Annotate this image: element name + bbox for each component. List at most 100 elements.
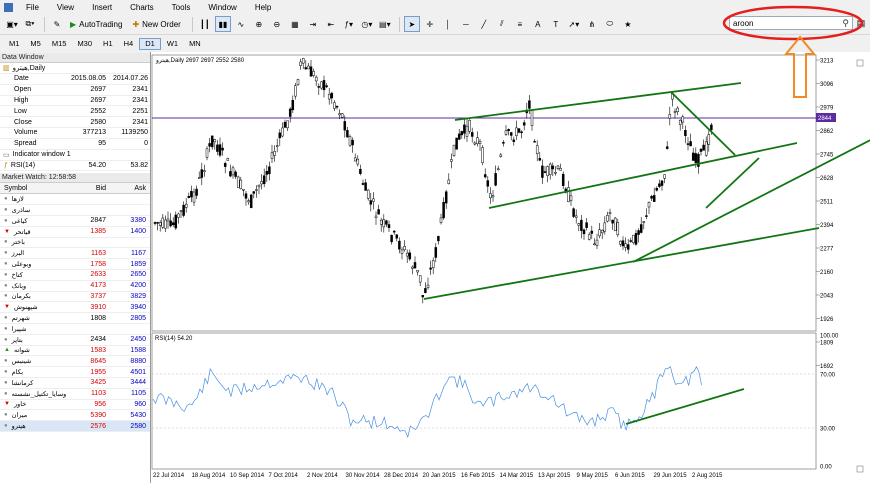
market-watch-row[interactable]: ● شهرتم 1808 2805 — [0, 313, 150, 324]
mw-ask: 4501 — [130, 368, 146, 376]
candle-body — [452, 144, 456, 156]
mw-symbol: ● میران — [0, 411, 66, 419]
toolbar-divider — [398, 16, 400, 32]
menu-file[interactable]: File — [17, 3, 48, 12]
mw-header-symbol[interactable]: Symbol — [0, 185, 66, 192]
label-icon[interactable]: T — [548, 16, 564, 32]
new-chart-icon[interactable]: ▣▾ — [4, 16, 20, 32]
market-watch-row[interactable]: ● بتاپر 2434 2450 — [0, 335, 150, 346]
market-watch-row[interactable]: ● بکرمان 3737 3829 — [0, 292, 150, 303]
tf-h1[interactable]: H1 — [98, 38, 118, 50]
market-watch-row[interactable]: ▲ شوانه 1583 1588 — [0, 346, 150, 357]
mw-symbol: ● کتاخ — [0, 271, 66, 279]
autotrading-button[interactable]: ▶ AutoTrading — [67, 16, 125, 32]
autoscroll-icon[interactable]: ⇥ — [305, 16, 321, 32]
bullet-icon: ● — [4, 250, 8, 257]
channel-icon[interactable]: ⫽ — [494, 16, 510, 32]
new-order-button[interactable]: ✚ New Order — [129, 16, 183, 32]
menu-window[interactable]: Window — [199, 3, 245, 12]
arrows-icon[interactable]: ➚▾ — [566, 16, 582, 32]
market-watch-row[interactable]: ● لازها — [0, 194, 150, 206]
bar-chart-icon[interactable]: ┃┃ — [197, 16, 213, 32]
market-watch-row[interactable]: ● کتاخ 2633 2650 — [0, 270, 150, 281]
candle-body — [424, 288, 427, 293]
candle-body — [372, 198, 375, 202]
templates-icon[interactable]: ▤▾ — [377, 16, 393, 32]
tf-m5[interactable]: M5 — [25, 38, 45, 50]
vertical-line-icon[interactable]: │ — [440, 16, 456, 32]
bullet-icon: ● — [4, 379, 8, 386]
market-watch-row[interactable]: ▼ خاور 956 960 — [0, 400, 150, 411]
candle-body — [691, 152, 695, 161]
menu-help[interactable]: Help — [246, 3, 280, 12]
market-watch-row[interactable]: ● کرمانشا 3425 3444 — [0, 378, 150, 389]
line-chart-icon[interactable]: ∿ — [233, 16, 249, 32]
candle-body — [574, 215, 578, 218]
mw-symbol: ● لازها — [0, 195, 66, 203]
market-watch-header: Symbol Bid Ask — [0, 183, 150, 195]
tf-m1[interactable]: M1 — [4, 38, 24, 50]
fibonacci-icon[interactable]: ≡ — [512, 16, 528, 32]
chart-shift-icon[interactable]: ⇤ — [323, 16, 339, 32]
tf-h4[interactable]: H4 — [119, 38, 139, 50]
indicators-icon[interactable]: ƒ▾ — [341, 16, 357, 32]
expert-icon[interactable]: ✎ — [49, 16, 65, 32]
trendline-icon[interactable]: ╱ — [476, 16, 492, 32]
text-icon[interactable]: A — [530, 16, 546, 32]
price-chart[interactable]: هیترو,Daily 2697 2697 2552 2580 RSI(14) 5… — [151, 52, 870, 483]
candle-body — [164, 219, 167, 229]
menu-charts[interactable]: Charts — [121, 3, 163, 12]
data-row-volume: Volume 377213 1139250 — [0, 128, 150, 139]
market-watch-row[interactable]: ● بکام 1955 4501 — [0, 367, 150, 378]
market-watch-row[interactable]: ● باختر — [0, 238, 150, 249]
search-options-icon[interactable]: ▤ — [855, 16, 867, 30]
horizontal-line-icon[interactable]: ─ — [458, 16, 474, 32]
tf-mn[interactable]: MN — [184, 38, 206, 50]
market-watch-row[interactable]: ● وسایا_تکتیل_نشسته 1103 1105 — [0, 389, 150, 400]
mw-symbol-name: وبانک — [11, 282, 27, 290]
cursor-icon[interactable]: ➤ — [403, 16, 420, 32]
market-watch-row[interactable]: ● میران 5390 5430 — [0, 410, 150, 422]
pitchfork-icon[interactable]: ⋔ — [584, 16, 600, 32]
search-input[interactable]: aroon ⚲ — [729, 16, 853, 30]
crosshair-icon[interactable]: ✛ — [422, 16, 438, 32]
profiles-icon[interactable]: ⧉▾ — [22, 16, 38, 32]
market-watch-row[interactable]: ● شپیرا — [0, 324, 150, 335]
current-price-label: 2844 — [818, 116, 832, 122]
star-icon[interactable]: ★ — [620, 16, 636, 32]
market-watch-row[interactable]: ● البرز 1163 1167 — [0, 248, 150, 260]
tf-w1[interactable]: W1 — [162, 38, 183, 50]
price-label: 2043 — [820, 294, 834, 300]
tile-windows-icon[interactable]: ▦ — [287, 16, 303, 32]
zoom-out-icon[interactable]: ⊖ — [269, 16, 285, 32]
market-watch-row[interactable]: ● وبانک 4173 4200 — [0, 281, 150, 292]
mw-header-ask[interactable]: Ask — [106, 185, 146, 192]
mw-bid: 3425 — [90, 379, 106, 387]
search-icon[interactable]: ⚲ — [842, 18, 849, 29]
market-watch-row[interactable]: ● هیترو 2576 2580 — [0, 421, 150, 432]
market-watch-row[interactable]: ▼ شپهنوش 3910 3940 — [0, 302, 150, 314]
mw-header-bid[interactable]: Bid — [66, 185, 106, 192]
tf-d1[interactable]: D1 — [139, 37, 161, 50]
zoom-in-icon[interactable]: ⊕ — [251, 16, 267, 32]
market-watch-row[interactable]: ● ساذری — [0, 205, 150, 216]
candle-chart-icon[interactable]: ▮▮ — [214, 16, 231, 32]
candle-body — [530, 109, 534, 126]
mw-symbol-name: شهرتم — [11, 315, 30, 323]
market-watch-row[interactable]: ● کیاغی 2847 3380 — [0, 216, 150, 227]
candle-body — [221, 147, 224, 151]
menu-view[interactable]: View — [48, 3, 83, 12]
tf-m15[interactable]: M15 — [47, 38, 72, 50]
data-row-value: 0 — [144, 140, 148, 148]
chart-window[interactable]: هیترو,Daily 2697 2697 2552 2580 RSI(14) 5… — [150, 52, 870, 483]
market-watch-row[interactable]: ● وبوعلی 1758 1859 — [0, 259, 150, 270]
periods-icon[interactable]: ◷▾ — [359, 16, 375, 32]
menu-tools[interactable]: Tools — [163, 3, 200, 12]
ellipse-icon[interactable]: ⬭ — [602, 16, 618, 32]
candle-body — [710, 124, 713, 131]
tf-m30[interactable]: M30 — [72, 38, 97, 50]
market-watch-row[interactable]: ● شینیس 8645 8880 — [0, 356, 150, 368]
market-watch-row[interactable]: ▼ قیاتحر 1385 1400 — [0, 227, 150, 238]
data-row-value: 2697 — [90, 96, 106, 104]
menu-insert[interactable]: Insert — [83, 3, 121, 12]
